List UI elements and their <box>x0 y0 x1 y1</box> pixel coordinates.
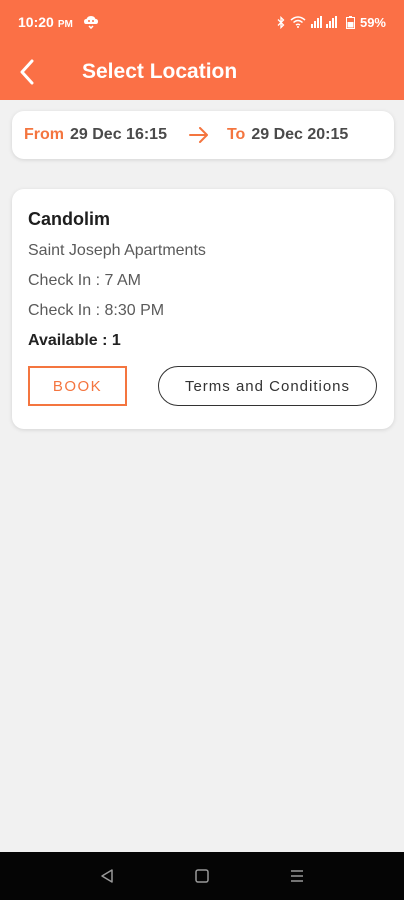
check-in-time: Check In : 7 AM <box>28 272 141 289</box>
signal-icon <box>310 16 337 28</box>
recents-menu-icon[interactable] <box>289 868 305 884</box>
home-square-icon[interactable] <box>194 868 210 884</box>
availability-count: Available : 1 <box>28 332 121 349</box>
status-bar: 10:20 PM 59% <box>0 0 404 44</box>
back-triangle-icon[interactable] <box>99 868 115 884</box>
status-icons: 59% <box>277 15 386 30</box>
status-time: 10:20 PM <box>18 14 73 30</box>
location-card: Candolim Saint Joseph Apartments Check I… <box>12 189 394 429</box>
back-arrow-icon <box>20 59 34 85</box>
to-label: To <box>226 126 246 143</box>
route-summary-card: From 29 Dec 16:15 To 29 Dec 20:15 <box>12 111 394 159</box>
page-title: Select Location <box>82 60 238 83</box>
from-label: From <box>24 126 64 143</box>
system-nav-bar <box>0 852 404 900</box>
wifi-icon <box>290 16 306 28</box>
check-out-time: Check In : 8:30 PM <box>28 302 165 319</box>
battery-icon <box>345 15 355 29</box>
app-bar: Select Location <box>0 44 404 100</box>
book-button[interactable]: BOOK <box>28 366 127 406</box>
battery-percent: 59% <box>359 14 386 30</box>
location-name: Candolim <box>28 209 111 229</box>
to-value: 29 Dec 20:15 <box>251 126 349 143</box>
app-notification-icon <box>83 16 98 29</box>
status-time-ampm: PM <box>57 19 73 30</box>
bluetooth-icon <box>277 15 285 29</box>
terms-and-conditions-button[interactable]: Terms and Conditions <box>158 366 377 406</box>
back-button[interactable] <box>2 44 52 100</box>
status-time-value: 10:20 <box>18 14 54 30</box>
location-place: Saint Joseph Apartments <box>28 242 206 259</box>
arrow-right-icon <box>188 127 209 143</box>
from-value: 29 Dec 16:15 <box>70 126 167 143</box>
